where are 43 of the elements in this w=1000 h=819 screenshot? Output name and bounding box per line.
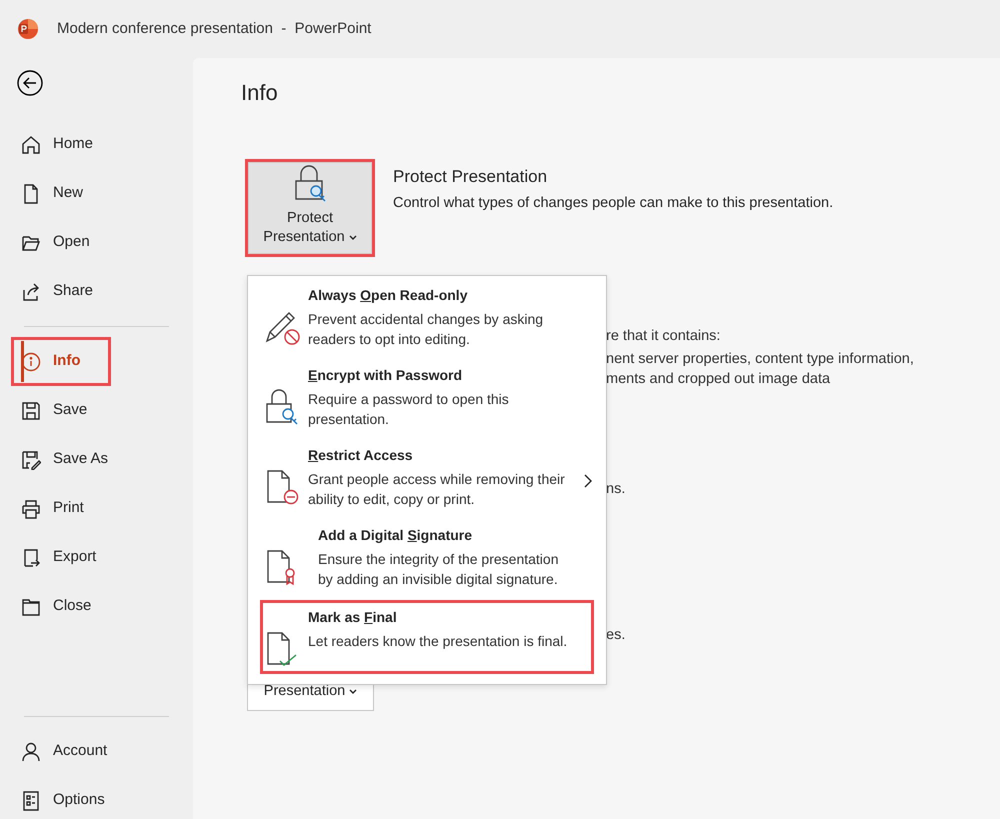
menu-item[interactable]: Add a Digital Signature Ensure the integrity of the presentation by adding an invisible digital signature. <box>248 520 606 600</box>
body-text: es. <box>606 626 626 646</box>
printer-icon <box>21 498 41 518</box>
save-as-icon <box>21 450 41 470</box>
page-heading: Info <box>241 80 279 106</box>
menu-item[interactable]: Always Open Read-only Prevent accidental changes by asking readers to opt into editing. <box>248 280 606 360</box>
chevron-down-icon <box>349 688 358 694</box>
sidebar-item[interactable]: Print <box>0 484 193 533</box>
protect-button[interactable]: Protect Presentation <box>248 162 372 254</box>
sidebar-item[interactable]: Export <box>0 533 193 582</box>
body-text: nent server properties, content type information, <box>606 350 915 370</box>
app-logo-icon <box>18 19 38 39</box>
section-title: Protect Presentation <box>393 166 548 188</box>
chevron-right-icon <box>584 474 592 488</box>
share-icon <box>21 282 41 302</box>
info-icon <box>21 352 41 372</box>
sidebar-item[interactable]: Share <box>0 267 193 316</box>
lock-key-icon <box>264 388 300 426</box>
sidebar-item[interactable]: Options <box>0 776 193 819</box>
options-icon <box>21 790 41 810</box>
sidebar-item[interactable]: Account <box>0 727 193 776</box>
save-icon <box>21 400 41 420</box>
menu-item[interactable]: Encrypt with Password Require a password to open this presentation. <box>248 360 606 440</box>
close-icon <box>21 596 41 616</box>
menu-item[interactable]: Mark as Final Let readers know the presentation is final. <box>260 600 594 674</box>
section-description: Control what types of changes people can make to this presentation. <box>393 194 834 213</box>
back-button[interactable] <box>17 70 43 96</box>
body-text: ns. <box>606 480 626 500</box>
sidebar-item[interactable]: Home <box>0 120 193 169</box>
sidebar-item[interactable]: Open <box>0 218 193 267</box>
sidebar-item[interactable]: Save As <box>0 435 193 484</box>
sidebar-item[interactable]: Save <box>0 386 193 435</box>
chevron-down-icon <box>348 235 357 240</box>
home-icon <box>21 134 41 154</box>
person-icon <box>21 742 41 762</box>
sidebar-item[interactable]: Info <box>11 337 111 386</box>
body-text: ments and cropped out image data <box>606 370 832 390</box>
sidebar-item[interactable]: New <box>0 169 193 218</box>
menu-item[interactable]: Restrict Access Grant people access while removing their ability to edit, copy or print. <box>248 440 606 520</box>
body-text: re that it contains: <box>606 327 722 346</box>
sidebar-item[interactable]: Close <box>0 582 193 631</box>
back-icon <box>17 70 43 96</box>
window-title: Modern conference presentation - PowerPoint <box>57 18 372 39</box>
